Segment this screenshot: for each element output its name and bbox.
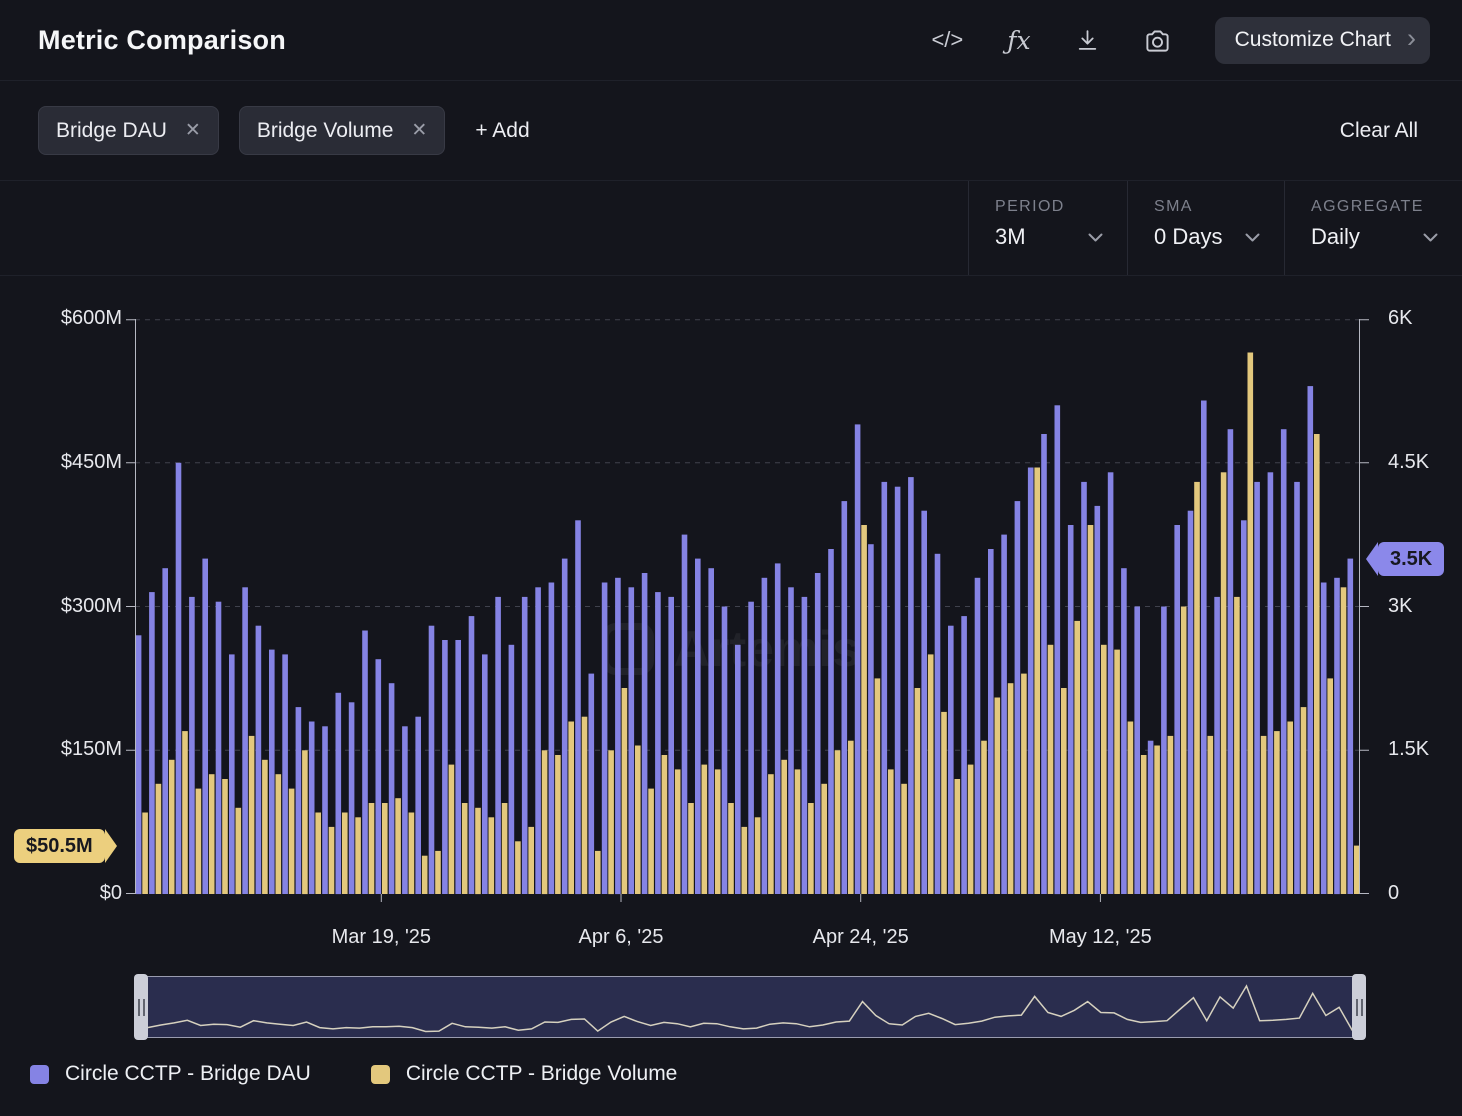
chip-label: Bridge DAU xyxy=(56,119,167,143)
code-embed-icon[interactable]: </> xyxy=(931,27,963,53)
volume-color-swatch xyxy=(371,1065,390,1084)
period-label: PERIOD xyxy=(995,198,1103,216)
add-metric-button[interactable]: + Add xyxy=(475,119,529,143)
chevron-down-icon xyxy=(1088,233,1103,242)
x-axis-label: May 12, '25 xyxy=(1049,926,1152,949)
period-dropdown[interactable]: PERIOD 3M xyxy=(968,181,1127,275)
metric-comparison-panel: Metric Comparison </> ƒx Customize Chart… xyxy=(0,0,1462,1116)
chip-label: Bridge Volume xyxy=(257,119,394,143)
latest-dau-value: 3.5K xyxy=(1390,548,1432,570)
remove-chip-icon[interactable]: ✕ xyxy=(411,119,427,142)
legend-label-volume: Circle CCTP - Bridge Volume xyxy=(406,1062,678,1086)
chevron-down-icon xyxy=(1245,233,1260,242)
navigator-sparkline xyxy=(141,977,1359,1037)
legend-item-volume[interactable]: Circle CCTP - Bridge Volume xyxy=(371,1062,678,1086)
x-axis-label: Apr 6, '25 xyxy=(579,926,664,949)
latest-dau-callout: 3.5K xyxy=(1378,542,1444,576)
right-axis-tick-label: 1.5K xyxy=(1388,738,1429,761)
left-axis-tick-label: $150M xyxy=(30,738,122,761)
chart-range-navigator[interactable] xyxy=(140,976,1360,1038)
right-axis-tick-label: 6K xyxy=(1388,307,1412,330)
right-axis-tick-label: 4.5K xyxy=(1388,451,1429,474)
formula-icon[interactable]: ƒx xyxy=(1007,26,1030,55)
right-axis-tick-label: 0 xyxy=(1388,882,1399,905)
sma-value: 0 Days xyxy=(1154,224,1222,250)
chart-area: Artemis $50.5M 3.5K Mar 19, '25Apr 6, '2… xyxy=(0,276,1462,976)
latest-volume-value: $50.5M xyxy=(26,835,93,857)
left-axis-tick-label: $600M xyxy=(30,307,122,330)
remove-chip-icon[interactable]: ✕ xyxy=(185,119,201,142)
aggregate-value: Daily xyxy=(1311,224,1360,250)
navigator-right-handle[interactable] xyxy=(1352,974,1366,1040)
camera-icon[interactable] xyxy=(1144,27,1171,54)
left-axis-tick-label: $450M xyxy=(30,451,122,474)
legend-label-dau: Circle CCTP - Bridge DAU xyxy=(65,1062,311,1086)
dual-axis-bar-chart[interactable] xyxy=(125,319,1370,904)
chevron-down-icon xyxy=(1423,233,1438,242)
left-axis-tick-label: $0 xyxy=(30,882,122,905)
sma-dropdown[interactable]: SMA 0 Days xyxy=(1127,181,1284,275)
header: Metric Comparison </> ƒx Customize Chart… xyxy=(0,0,1462,81)
chip-bridge-dau[interactable]: Bridge DAU ✕ xyxy=(38,106,219,155)
x-axis-label: Apr 24, '25 xyxy=(813,926,909,949)
chart-controls: PERIOD 3M SMA 0 Days AGGREGATE Daily xyxy=(0,181,1462,276)
aggregate-label: AGGREGATE xyxy=(1311,198,1438,216)
clear-all-button[interactable]: Clear All xyxy=(1334,118,1424,144)
x-axis-label: Mar 19, '25 xyxy=(332,926,431,949)
page-title: Metric Comparison xyxy=(38,25,286,56)
latest-volume-callout: $50.5M xyxy=(14,829,105,863)
chart-legend: Circle CCTP - Bridge DAU Circle CCTP - B… xyxy=(30,1062,1462,1086)
sma-label: SMA xyxy=(1154,198,1260,216)
customize-chart-label: Customize Chart xyxy=(1235,28,1391,52)
chevron-right-icon: › xyxy=(1407,25,1416,52)
download-icon[interactable] xyxy=(1075,28,1100,53)
dau-color-swatch xyxy=(30,1065,49,1084)
header-toolbar: </> ƒx xyxy=(931,26,1170,55)
left-axis-tick-label: $300M xyxy=(30,595,122,618)
period-value: 3M xyxy=(995,224,1026,250)
aggregate-dropdown[interactable]: AGGREGATE Daily xyxy=(1284,181,1462,275)
customize-chart-button[interactable]: Customize Chart › xyxy=(1215,17,1430,64)
chip-bridge-volume[interactable]: Bridge Volume ✕ xyxy=(239,106,446,155)
navigator-left-handle[interactable] xyxy=(134,974,148,1040)
legend-item-dau[interactable]: Circle CCTP - Bridge DAU xyxy=(30,1062,311,1086)
metric-chips-row: Bridge DAU ✕ Bridge Volume ✕ + Add Clear… xyxy=(0,81,1462,181)
right-axis-tick-label: 3K xyxy=(1388,595,1412,618)
